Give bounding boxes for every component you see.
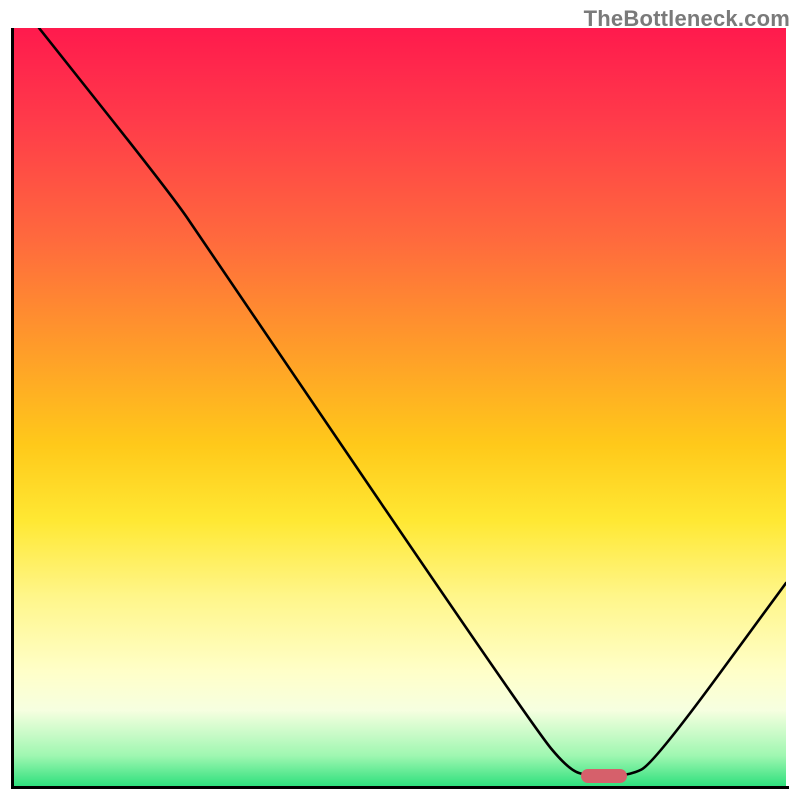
x-axis-line [11, 786, 789, 789]
chart-container: TheBottleneck.com [0, 0, 800, 800]
watermark-text: TheBottleneck.com [584, 6, 790, 32]
curve-layer [14, 28, 786, 786]
optimum-marker [581, 769, 627, 783]
bottleneck-curve [39, 28, 786, 776]
y-axis-line [11, 28, 14, 786]
